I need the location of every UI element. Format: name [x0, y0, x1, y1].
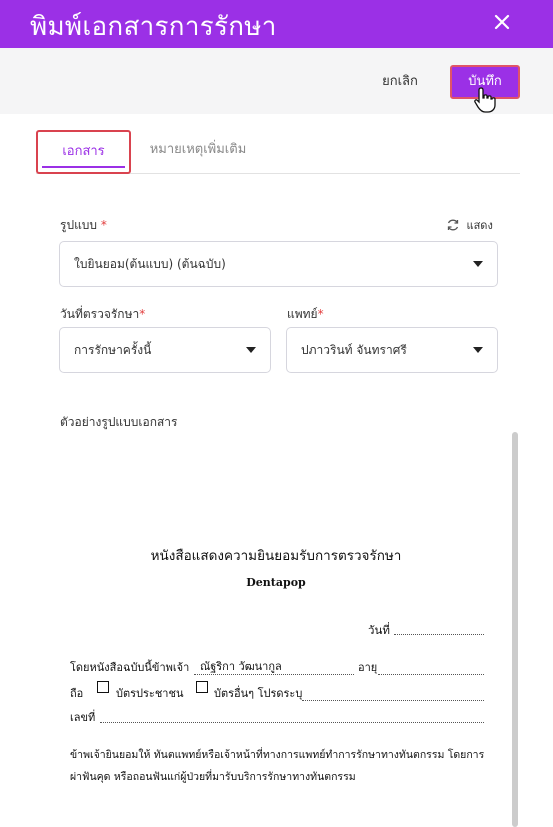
age-label: อายุ	[358, 661, 378, 674]
consent-line-prefix: โดยหนังสือฉบับนี้ข้าพเจ้า	[70, 661, 190, 674]
format-select[interactable]: ใบยินยอม(ต้นแบบ) (ต้นฉบับ)	[59, 241, 498, 287]
required-mark: *	[317, 307, 324, 321]
age-dotted-line	[378, 674, 484, 675]
action-bar: ยกเลิก บันทึก	[0, 48, 553, 114]
number-dotted-line	[100, 722, 484, 723]
close-icon[interactable]	[490, 10, 514, 34]
number-label: เลขที่	[70, 711, 96, 724]
chevron-down-icon	[473, 347, 483, 353]
other-card-dotted-line	[302, 700, 484, 701]
refresh-preview-button[interactable]: แสดง	[446, 216, 493, 234]
required-mark: *	[139, 307, 146, 321]
refresh-icon	[446, 219, 467, 232]
document-preview: หนังสือแสดงความยินยอมรับการตรวจรักษา Den…	[56, 530, 496, 827]
dialog-title: พิมพ์เอกสารการรักษา	[30, 12, 277, 42]
dialog-header: พิมพ์เอกสารการรักษา	[0, 0, 553, 48]
chevron-down-icon	[246, 347, 256, 353]
tab-document-label: เอกสาร	[62, 144, 105, 159]
format-select-value: ใบยินยอม(ต้นแบบ) (ต้นฉบับ)	[74, 257, 226, 271]
tab-notes-label: หมายเหตุเพิ่มเติม	[149, 142, 247, 157]
other-card-checkbox	[196, 681, 208, 693]
exam-date-select[interactable]: การรักษาครั้งนี้	[59, 327, 271, 373]
preview-scrollbar[interactable]	[512, 432, 518, 827]
document-date-label: วันที่	[368, 623, 390, 637]
date-dotted-line	[394, 634, 484, 635]
document-title: หนังสือแสดงความยินยอมรับการตรวจรักษา	[150, 548, 402, 564]
id-card-label: บัตรประชาชน	[116, 687, 184, 700]
doctor-label: แพทย์*	[287, 307, 324, 321]
patient-name: ณัฐริกา วัฒนากูล	[200, 660, 282, 673]
chevron-down-icon	[473, 261, 483, 267]
exam-date-label: วันที่ตรวจรักษา*	[60, 307, 146, 321]
other-card-label: บัตรอื่นๆ โปรดระบุ	[214, 687, 303, 700]
doctor-select[interactable]: ปภาวรินท์ จันทราศรี	[286, 327, 498, 373]
active-tab-indicator	[42, 166, 125, 168]
refresh-label: แสดง	[466, 219, 493, 232]
consent-paragraph: ข้าพเจ้ายินยอมให้ ทันตแพทย์หรือเจ้าหน้าท…	[70, 749, 485, 783]
exam-date-select-value: การรักษาครั้งนี้	[74, 343, 152, 357]
tab-notes[interactable]: หมายเหตุเพิ่มเติม	[148, 130, 248, 174]
id-card-checkbox	[97, 681, 109, 693]
tab-document[interactable]: เอกสาร	[36, 130, 131, 174]
doctor-select-value: ปภาวรินท์ จันทราศรี	[301, 343, 407, 357]
name-dotted-line	[194, 674, 354, 675]
preview-label: ตัวอย่างรูปแบบเอกสาร	[60, 415, 178, 429]
clinic-name: Dentapop	[246, 576, 306, 589]
holder-label: ถือ	[70, 687, 84, 700]
cancel-button[interactable]: ยกเลิก	[370, 68, 430, 96]
format-label: รูปแบบ *	[60, 218, 107, 232]
tab-bar: เอกสาร หมายเหตุเพิ่มเติม	[36, 130, 520, 174]
save-button[interactable]: บันทึก	[450, 65, 520, 99]
required-mark: *	[100, 218, 107, 232]
